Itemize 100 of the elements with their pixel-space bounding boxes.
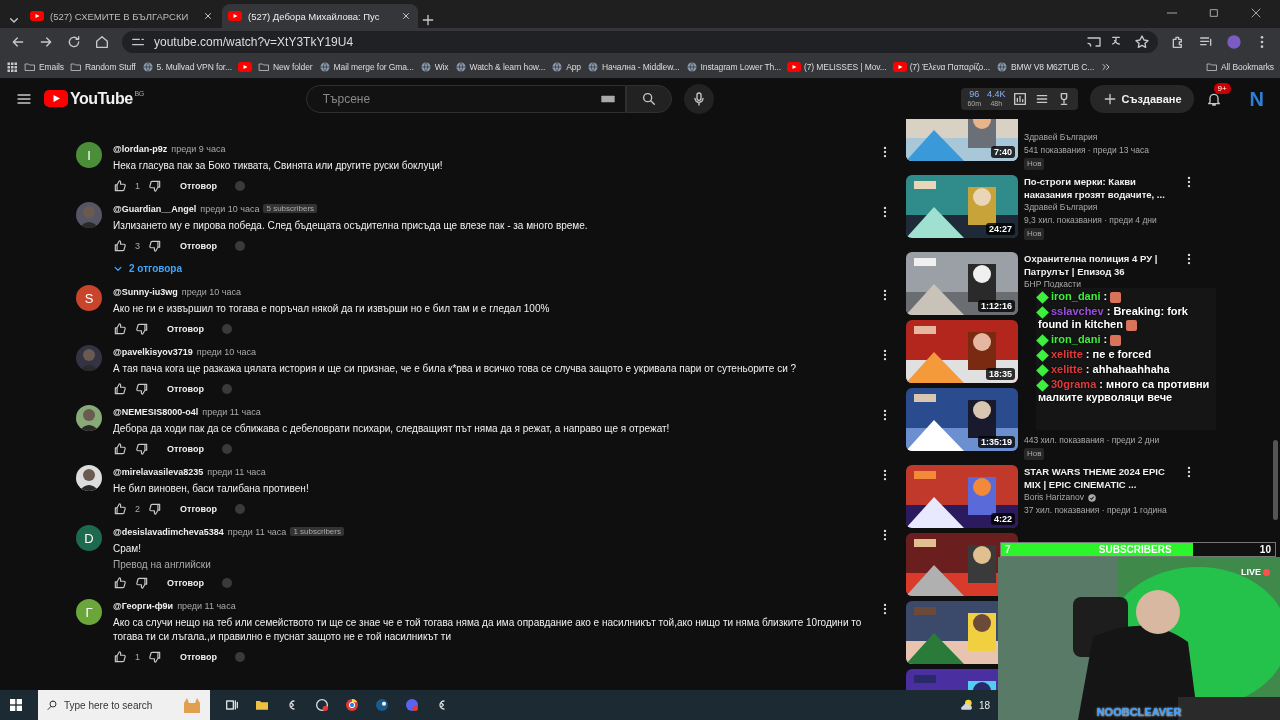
chat-message: xelitte : пе е forced — [1038, 348, 1214, 361]
app-icon[interactable] — [314, 697, 330, 713]
search-field[interactable]: Търсене — [305, 85, 626, 113]
like-icon[interactable] — [113, 650, 127, 664]
reload-icon[interactable] — [66, 34, 82, 50]
translate-link[interactable]: Превод на английски — [113, 559, 867, 570]
home-icon[interactable] — [94, 34, 110, 50]
bookmark[interactable]: App — [566, 62, 581, 72]
create-button[interactable]: Създаване — [1089, 85, 1194, 113]
like-icon[interactable] — [113, 179, 127, 193]
bookmark[interactable]: Watch & learn how... — [469, 62, 546, 72]
comment-author[interactable]: @mirelavasileva8235 — [113, 466, 204, 477]
dislike-icon[interactable] — [148, 650, 162, 664]
voice-search-button[interactable] — [683, 84, 714, 114]
browser-icon[interactable] — [344, 697, 360, 713]
comment-time[interactable]: преди 10 часа — [200, 203, 260, 214]
comment-time[interactable]: преди 11 часа — [227, 526, 287, 537]
comment-time[interactable]: преди 10 часа — [196, 346, 257, 357]
reply-button[interactable]: Отговор — [170, 504, 227, 514]
comment-time[interactable]: преди 10 часа — [181, 286, 241, 297]
forward-icon[interactable] — [38, 34, 54, 50]
bookmark[interactable]: Emails — [39, 62, 64, 72]
reply-button[interactable]: Отговор — [157, 324, 214, 334]
dislike-icon[interactable] — [135, 576, 149, 590]
comment-author[interactable]: @pavelkisyov3719 — [113, 346, 193, 357]
channel-name[interactable]: БНР Подкасти — [1024, 278, 1081, 291]
dislike-icon[interactable] — [148, 239, 162, 253]
comment-author[interactable]: @lordan-p9z — [113, 143, 168, 154]
folder-icon — [1205, 61, 1218, 73]
bookmark[interactable]: Wix — [434, 62, 449, 72]
comment-author[interactable]: @desislavadimcheva5384 — [113, 526, 224, 537]
bookmark[interactable]: BMW V8 M62TUB C... — [1010, 62, 1095, 72]
comment-time[interactable]: преди 9 часа — [171, 143, 226, 154]
dislike-icon[interactable] — [148, 179, 162, 193]
comment-time[interactable]: преди 11 часа — [177, 600, 236, 611]
dislike-icon[interactable] — [148, 502, 162, 516]
comment-author[interactable]: @Guardian__Angel — [113, 203, 197, 214]
reply-button[interactable]: Отговор — [157, 444, 214, 454]
windows-icon[interactable] — [8, 697, 24, 713]
youtube-icon — [892, 62, 907, 72]
close-icon[interactable] — [202, 10, 214, 22]
video-duration: 1:35:19 — [977, 436, 1015, 448]
account-avatar[interactable]: N — [1249, 87, 1264, 111]
video-title[interactable]: Охранителна полиция 4 РУ | Патрулът | Епизод 36 — [1024, 252, 1176, 278]
channel-name[interactable]: Здравей България — [1024, 201, 1098, 214]
bookmark[interactable]: 5. Mullvad VPN for... — [156, 62, 232, 72]
replies-toggle[interactable]: 2 отговора — [76, 261, 892, 284]
reply-button[interactable]: Отговор — [170, 181, 227, 191]
search-button[interactable] — [625, 85, 672, 113]
channel-name[interactable]: Здравей България — [1024, 131, 1098, 144]
comment-author[interactable]: @Sunny-iu3wg — [113, 286, 178, 297]
avatar[interactable]: D — [76, 525, 102, 551]
reply-button[interactable]: Отговор — [170, 241, 227, 251]
reply-button[interactable]: Отговор — [157, 578, 214, 588]
star-icon[interactable] — [1134, 34, 1150, 50]
profile-avatar[interactable] — [1226, 34, 1242, 50]
bookmark[interactable]: (7) Έλενα Παπαρίζο... — [909, 62, 990, 72]
avatar[interactable]: I — [76, 142, 102, 168]
bookmark[interactable]: New folder — [272, 62, 313, 72]
channel-name[interactable]: Boris Harizanov — [1024, 491, 1084, 504]
comment-author[interactable]: @NEMESIS8000-o4l — [113, 406, 199, 417]
bookmark[interactable]: All Bookmarks — [1220, 62, 1274, 72]
dislike-icon[interactable] — [135, 322, 149, 336]
like-icon[interactable] — [113, 382, 127, 396]
dislike-icon[interactable] — [135, 442, 149, 456]
back-icon[interactable] — [10, 34, 26, 50]
task-view-icon[interactable] — [224, 697, 240, 713]
bookmark[interactable]: Начална - Middlew... — [602, 62, 680, 72]
reply-button[interactable]: Отговор — [170, 652, 227, 662]
bell-icon[interactable] — [1205, 91, 1222, 107]
bookmark[interactable]: Random Stuff — [84, 62, 136, 72]
comment-time[interactable]: преди 11 часа — [202, 406, 261, 417]
reply-button[interactable]: Отговор — [157, 384, 214, 394]
comment-text: А тая пача кога ще разкажа цялата история и ще си признае, че е била к*рва и всичко това се случва защото е укривала пари от сутеньорите си ? — [113, 362, 798, 376]
comment-author[interactable]: @Георги-ф9и — [113, 600, 174, 611]
menu-icon[interactable] — [16, 91, 32, 107]
video-title[interactable]: STAR WARS THEME 2024 EPIC MIX | EPIC CINEMATIC ... — [1024, 465, 1176, 491]
avatar[interactable]: S — [76, 285, 102, 311]
close-icon[interactable] — [400, 10, 412, 22]
like-icon[interactable] — [113, 442, 127, 456]
bookmark[interactable]: Mail merge for Gma... — [333, 62, 414, 72]
bookmark[interactable]: Instagram Lower Th... — [700, 62, 781, 72]
browser-tab[interactable]: (527) Дебора Михайлова: Пус — [222, 4, 418, 28]
browser-tab[interactable]: (527) СХЕМИТЕ В БЪЛГАРСКИ — [24, 4, 220, 28]
new-tab-icon[interactable] — [420, 12, 436, 28]
taskbar-search-field[interactable]: Type here to search — [38, 690, 210, 720]
like-icon[interactable] — [113, 239, 127, 253]
scrollbar-thumb[interactable] — [1273, 440, 1278, 520]
like-icon[interactable] — [113, 322, 127, 336]
dislike-icon[interactable] — [135, 382, 149, 396]
avatar-icon[interactable] — [76, 465, 102, 491]
like-icon[interactable] — [113, 502, 127, 516]
cast-icon[interactable] — [1086, 34, 1102, 50]
bookmark[interactable]: (7) MELISSES | Mov... — [804, 62, 887, 72]
apps-icon[interactable] — [6, 61, 18, 73]
avatar-icon[interactable] — [76, 405, 102, 431]
like-icon[interactable] — [113, 576, 127, 590]
youtube-logo[interactable]: YouTube$^{BG}$ — [44, 90, 144, 108]
comment-time[interactable]: преди 11 часа — [207, 466, 266, 477]
video-title[interactable]: По-строги мерки: Какви наказания грозят водачите, ... — [1024, 175, 1176, 201]
